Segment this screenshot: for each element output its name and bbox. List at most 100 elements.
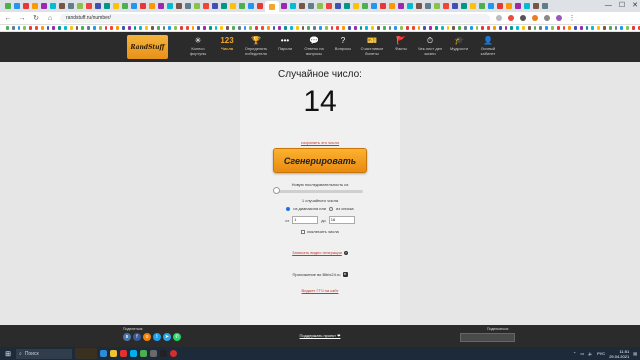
bookmark-icon[interactable] <box>266 26 270 30</box>
bookmark-icon[interactable] <box>104 26 108 30</box>
support-link[interactable]: Поддержать проект ❤ <box>0 333 640 338</box>
exclude-checkbox[interactable] <box>301 229 306 234</box>
site-logo[interactable]: RandStuff <box>127 35 168 59</box>
tab-favicon[interactable] <box>317 3 323 9</box>
bookmark-icon[interactable] <box>475 26 479 30</box>
nav-item-5[interactable]: ? Вопросы <box>328 35 358 51</box>
bookmark-icon[interactable] <box>510 26 514 30</box>
tab-favicon[interactable] <box>407 3 413 9</box>
tab-favicon[interactable] <box>50 3 56 9</box>
bookmark-icon[interactable] <box>597 26 601 30</box>
bookmark-icon[interactable] <box>243 26 247 30</box>
nav-item-6[interactable]: 🎫 Счастливые билеты <box>357 35 387 56</box>
bookmark-icon[interactable] <box>434 26 438 30</box>
bookmark-icon[interactable] <box>365 26 369 30</box>
clock[interactable]: 11:51 29.04.2021 <box>609 349 629 359</box>
tab-favicon[interactable] <box>230 3 236 9</box>
bookmark-icon[interactable] <box>539 26 543 30</box>
active-tab[interactable] <box>265 1 279 12</box>
bookmark-icon[interactable] <box>348 26 351 30</box>
extension-icon[interactable] <box>520 15 526 21</box>
bookmark-icon[interactable] <box>487 26 490 30</box>
tab-favicon[interactable] <box>497 3 503 9</box>
bookmark-icon[interactable] <box>377 26 380 30</box>
bookmark-icon[interactable] <box>237 26 241 30</box>
folder-icon[interactable] <box>110 350 117 357</box>
tab-favicon[interactable] <box>443 3 449 9</box>
yandex-icon[interactable] <box>120 350 127 357</box>
tab-favicon[interactable] <box>380 3 386 9</box>
bookmark-icon[interactable] <box>121 26 125 30</box>
bookmark-icon[interactable] <box>58 26 61 30</box>
bookmark-icon[interactable] <box>591 26 595 30</box>
deer-image-icon[interactable] <box>75 348 97 359</box>
bookmark-icon[interactable] <box>133 26 137 30</box>
bookmark-icon[interactable] <box>620 26 624 30</box>
bookmark-icon[interactable] <box>75 26 79 30</box>
address-input[interactable]: randstuff.ru/number/ <box>60 13 490 23</box>
bookmark-icon[interactable] <box>87 26 90 30</box>
bookmark-icon[interactable] <box>463 26 467 30</box>
bookmark-icon[interactable] <box>110 26 114 30</box>
bookmark-icon[interactable] <box>614 26 618 30</box>
bookmark-icon[interactable] <box>550 26 554 30</box>
chrome-icon[interactable] <box>140 350 147 357</box>
forward-icon[interactable]: → <box>18 15 26 22</box>
bookmark-icon[interactable] <box>127 26 131 30</box>
tab-favicon[interactable] <box>113 3 119 9</box>
bookmark-icon[interactable] <box>458 26 461 30</box>
windows-start-icon[interactable]: ⊞ <box>3 350 13 358</box>
subscribe-widget[interactable] <box>460 333 515 342</box>
bookmark-icon[interactable] <box>17 26 21 30</box>
nav-item-0[interactable]: ✳ Колесо фортуны <box>183 35 213 56</box>
tab-favicon[interactable] <box>5 3 11 9</box>
bookmark-icon[interactable] <box>603 26 606 30</box>
record-icon[interactable] <box>170 350 177 357</box>
bookmark-icon[interactable] <box>533 26 537 30</box>
bookmark-icon[interactable] <box>226 26 230 30</box>
bookmark-icon[interactable] <box>29 26 32 30</box>
tab-favicon[interactable] <box>425 3 431 9</box>
tab-favicon[interactable] <box>452 3 458 9</box>
bookmark-icon[interactable] <box>174 26 177 30</box>
app-icon[interactable] <box>160 350 167 357</box>
minimize-icon[interactable]: — <box>605 0 612 12</box>
tab-favicon[interactable] <box>104 3 110 9</box>
tab-favicon[interactable] <box>221 3 227 9</box>
bookmark-icon[interactable] <box>203 26 206 30</box>
bookmark-icon[interactable] <box>232 26 235 30</box>
bookmark-icon[interactable] <box>46 26 50 30</box>
bookmark-icon[interactable] <box>313 26 317 30</box>
tab-favicon[interactable] <box>353 3 359 9</box>
bookmark-icon[interactable] <box>556 26 560 30</box>
bookmark-icon[interactable] <box>359 26 363 30</box>
reload-icon[interactable]: ↻ <box>32 14 40 22</box>
home-icon[interactable]: ⌂ <box>46 15 54 22</box>
bookmark-icon[interactable] <box>156 26 160 30</box>
extension-icon[interactable] <box>532 15 538 21</box>
bookmark-icon[interactable] <box>255 26 259 30</box>
bookmark-icon[interactable] <box>185 26 189 30</box>
bookmark-icon[interactable] <box>272 26 276 30</box>
tab-favicon[interactable] <box>176 3 182 9</box>
bookmark-icon[interactable] <box>371 26 374 30</box>
bookmark-icon[interactable] <box>492 26 496 30</box>
tab-favicon[interactable] <box>470 3 476 9</box>
bookmark-icon[interactable] <box>81 26 85 30</box>
tab-favicon[interactable] <box>122 3 128 9</box>
maximize-icon[interactable]: ☐ <box>619 0 625 12</box>
bookmark-icon[interactable] <box>162 26 166 30</box>
bookmark-icon[interactable] <box>92 26 96 30</box>
tab-favicon[interactable] <box>194 3 200 9</box>
from-input[interactable]: 1 <box>292 216 319 224</box>
network-icon[interactable]: ▭ <box>580 351 584 356</box>
tab-favicon[interactable] <box>434 3 440 9</box>
nav-item-9[interactable]: 🎓 Мудрости <box>444 35 474 51</box>
tab-favicon[interactable] <box>212 3 218 9</box>
tab-favicon[interactable] <box>158 3 164 9</box>
tab-favicon[interactable] <box>59 3 65 9</box>
tab-favicon[interactable] <box>299 3 305 9</box>
sequence-slider[interactable] <box>275 190 363 193</box>
tab-favicon[interactable] <box>140 3 146 9</box>
bookmark-icon[interactable] <box>481 26 485 30</box>
